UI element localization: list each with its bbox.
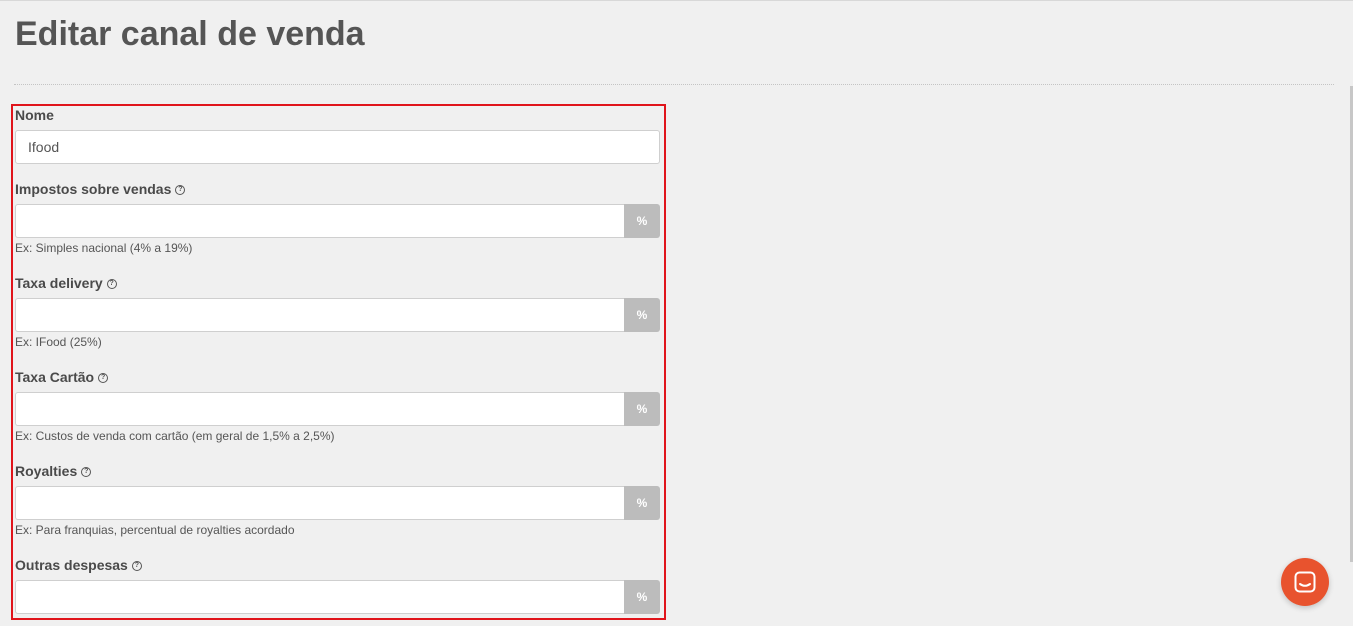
divider <box>14 84 1334 85</box>
percent-addon: % <box>624 486 660 520</box>
chat-launcher-button[interactable] <box>1281 558 1329 606</box>
percent-addon: % <box>624 204 660 238</box>
nome-input[interactable] <box>15 130 660 164</box>
royalties-hint: Ex: Para franquias, percentual de royalt… <box>15 523 295 537</box>
question-circle-icon[interactable]: ? <box>98 373 109 383</box>
percent-addon: % <box>624 392 660 426</box>
question-circle-icon[interactable]: ? <box>81 467 92 477</box>
taxa-delivery-label: Taxa delivery? <box>15 274 117 292</box>
royalties-label-text: Royalties <box>15 463 78 479</box>
nome-label-text: Nome <box>15 107 54 123</box>
taxa-cartao-label-text: Taxa Cartão <box>15 369 95 385</box>
top-border <box>0 0 1353 1</box>
outras-despesas-input[interactable] <box>15 580 624 614</box>
taxa-cartao-input[interactable] <box>15 392 624 426</box>
impostos-label-text: Impostos sobre vendas <box>15 181 172 197</box>
nome-label: Nome <box>15 106 54 124</box>
taxa-cartao-input-group: % <box>15 392 660 426</box>
question-circle-icon[interactable]: ? <box>131 561 142 571</box>
page-title: Editar canal de venda <box>15 15 365 53</box>
taxa-cartao-label: Taxa Cartão? <box>15 368 109 386</box>
royalties-input-group: % <box>15 486 660 520</box>
outras-despesas-label-text: Outras despesas <box>15 557 128 573</box>
impostos-input[interactable] <box>15 204 624 238</box>
impostos-hint: Ex: Simples nacional (4% a 19%) <box>15 241 193 255</box>
percent-addon: % <box>624 580 660 614</box>
royalties-input[interactable] <box>15 486 624 520</box>
outras-despesas-input-group: % <box>15 580 660 614</box>
impostos-input-group: % <box>15 204 660 238</box>
taxa-cartao-hint: Ex: Custos de venda com cartão (em geral… <box>15 429 335 443</box>
royalties-label: Royalties? <box>15 462 92 480</box>
taxa-delivery-input[interactable] <box>15 298 624 332</box>
question-circle-icon[interactable]: ? <box>175 185 186 195</box>
question-circle-icon[interactable]: ? <box>106 279 117 289</box>
percent-addon: % <box>624 298 660 332</box>
taxa-delivery-hint: Ex: IFood (25%) <box>15 335 102 349</box>
outras-despesas-label: Outras despesas? <box>15 556 142 574</box>
taxa-delivery-label-text: Taxa delivery <box>15 275 103 291</box>
chat-icon <box>1294 571 1316 593</box>
impostos-label: Impostos sobre vendas? <box>15 180 186 198</box>
taxa-delivery-input-group: % <box>15 298 660 332</box>
